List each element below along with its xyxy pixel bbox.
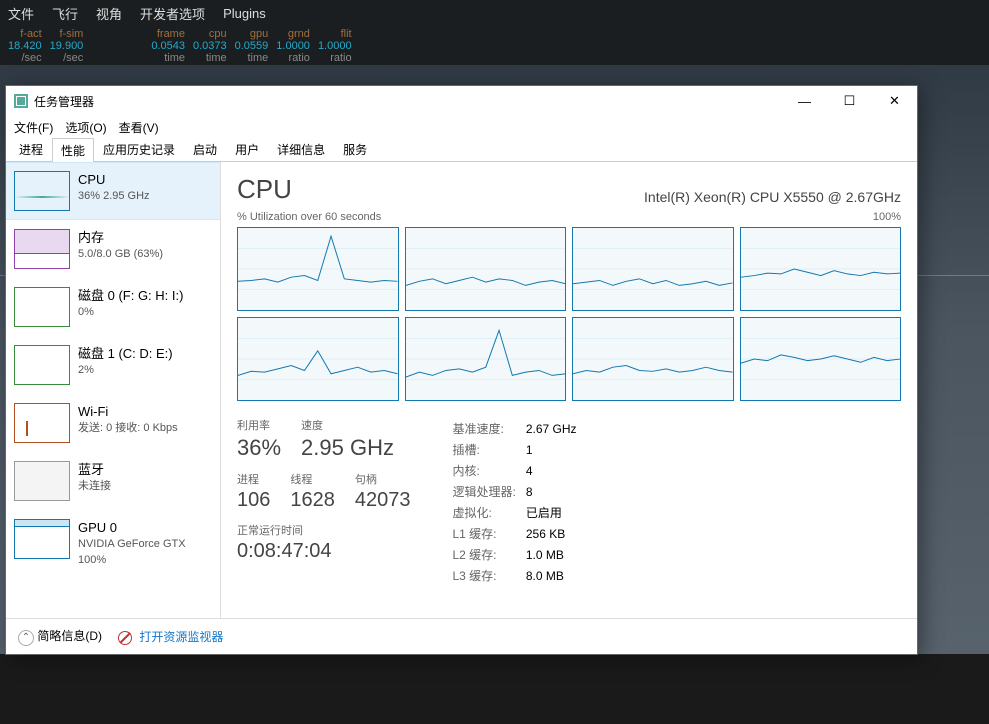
stat-label: 句柄 (355, 471, 411, 487)
sidebar-item-subtitle: 未连接 (78, 479, 111, 494)
minimize-button[interactable]: — (782, 86, 827, 116)
sidebar-item-title: 磁盘 1 (C: D: E:) (78, 345, 173, 363)
sidebar-thumb (14, 461, 70, 501)
stat-value: 36% (237, 435, 281, 461)
tab-6[interactable]: 服务 (334, 137, 376, 161)
cpu-specs-table: 基准速度:2.67 GHz 插槽:1 内核:4 逻辑处理器:8 虚拟化:已启用 L1 缓存… (451, 417, 587, 587)
sidebar-item-title: 磁盘 0 (F: G: H: I:) (78, 287, 183, 305)
sidebar-item-subtitle: 2% (78, 363, 173, 378)
sidebar-item-extra: 100% (78, 553, 186, 568)
sidebar-item-subtitle: 发送: 0 接收: 0 Kbps (78, 421, 178, 436)
maximize-button[interactable]: ☐ (827, 86, 872, 116)
spec-row: 插槽:1 (453, 440, 585, 459)
background-app-stats: f-act18.420/secf-sim19.900/secframe0.054… (0, 26, 989, 68)
bg-menu-item[interactable]: Plugins (223, 6, 266, 21)
background-cockpit (0, 654, 989, 724)
tab-2[interactable]: 应用历史记录 (94, 137, 184, 161)
sidebar-item-title: GPU 0 (78, 519, 186, 537)
cpu-charts-grid[interactable] (237, 227, 901, 401)
sidebar-thumb (14, 229, 70, 269)
cpu-core-chart-1[interactable] (405, 227, 567, 311)
chevron-up-icon: ⌃ (18, 630, 34, 646)
tab-3[interactable]: 启动 (184, 137, 226, 161)
footer: ⌃ 简略信息(D) 打开资源监视器 (6, 618, 917, 654)
sidebar-thumb (14, 345, 70, 385)
tab-4[interactable]: 用户 (226, 137, 268, 161)
stat-label: 速度 (301, 417, 394, 433)
cpu-core-chart-3[interactable] (740, 227, 902, 311)
sidebar-item-subtitle: 5.0/8.0 GB (63%) (78, 247, 163, 262)
sidebar-thumb (14, 287, 70, 327)
stat-label: 利用率 (237, 417, 281, 433)
resmon-icon (118, 631, 132, 645)
menu-file[interactable]: 文件(F) (14, 119, 53, 136)
menu-view[interactable]: 查看(V) (119, 119, 159, 136)
sidebar-item-cpu[interactable]: CPU 36% 2.95 GHz (6, 162, 220, 220)
background-app-menubar: 文件飞行视角开发者选项 Plugins (0, 0, 989, 26)
sidebar-thumb (14, 403, 70, 443)
cpu-core-chart-7[interactable] (740, 317, 902, 401)
tabs: 进程性能应用历史记录启动用户详细信息服务 (6, 138, 917, 162)
app-icon (14, 94, 28, 108)
menubar: 文件(F) 选项(O) 查看(V) (6, 116, 917, 138)
sidebar-item-bt[interactable]: 蓝牙 未连接 (6, 452, 220, 510)
sidebar-item-title: Wi-Fi (78, 403, 178, 421)
sidebar-item-gpu[interactable]: GPU 0 NVIDIA GeForce GTX 100% (6, 510, 220, 577)
stat-value: 1628 (290, 489, 335, 512)
uptime-label: 正常运行时间 (237, 522, 411, 538)
chart-label-left: % Utilization over 60 seconds (237, 211, 381, 223)
sidebar-item-wifi[interactable]: Wi-Fi 发送: 0 接收: 0 Kbps (6, 394, 220, 452)
stat-value: 42073 (355, 489, 411, 512)
cpu-core-chart-5[interactable] (405, 317, 567, 401)
cpu-model: Intel(R) Xeon(R) CPU X5550 @ 2.67GHz (644, 189, 901, 205)
sidebar-item-title: CPU (78, 171, 150, 189)
stat-label: 进程 (237, 471, 270, 487)
spec-row: L1 缓存:256 KB (453, 524, 585, 543)
main-pane: CPU Intel(R) Xeon(R) CPU X5550 @ 2.67GHz… (221, 162, 917, 618)
sidebar-item-subtitle: 0% (78, 305, 183, 320)
bg-menu-item[interactable]: 开发者选项 (140, 4, 205, 23)
page-title: CPU (237, 174, 292, 205)
sidebar: CPU 36% 2.95 GHz 内存 5.0/8.0 GB (63%) 磁盘 … (6, 162, 221, 618)
brief-info-toggle[interactable]: ⌃ 简略信息(D) (18, 627, 102, 646)
cpu-core-chart-2[interactable] (572, 227, 734, 311)
cpu-core-chart-6[interactable] (572, 317, 734, 401)
cpu-core-chart-4[interactable] (237, 317, 399, 401)
spec-row: 内核:4 (453, 461, 585, 480)
chart-label-right: 100% (873, 211, 901, 223)
spec-row: 基准速度:2.67 GHz (453, 419, 585, 438)
spec-row: L2 缓存:1.0 MB (453, 545, 585, 564)
sidebar-item-title: 内存 (78, 229, 163, 247)
sidebar-item-disk[interactable]: 磁盘 1 (C: D: E:) 2% (6, 336, 220, 394)
task-manager-window: 任务管理器 — ☐ ✕ 文件(F) 选项(O) 查看(V) 进程性能应用历史记录… (5, 85, 918, 655)
spec-row: 虚拟化:已启用 (453, 503, 585, 522)
stat-value: 2.95 GHz (301, 435, 394, 461)
window-title: 任务管理器 (34, 93, 94, 110)
close-button[interactable]: ✕ (872, 86, 917, 116)
cpu-core-chart-0[interactable] (237, 227, 399, 311)
bg-menu-item[interactable]: 视角 (96, 4, 122, 23)
stat-label: 线程 (290, 471, 335, 487)
uptime-value: 0:08:47:04 (237, 540, 411, 563)
menu-options[interactable]: 选项(O) (65, 119, 106, 136)
bg-menu-item[interactable]: 飞行 (52, 4, 78, 23)
tab-1[interactable]: 性能 (52, 138, 94, 162)
tab-5[interactable]: 详细信息 (268, 137, 334, 161)
titlebar[interactable]: 任务管理器 — ☐ ✕ (6, 86, 917, 116)
bg-menu-item[interactable]: 文件 (8, 4, 34, 23)
sidebar-item-mem[interactable]: 内存 5.0/8.0 GB (63%) (6, 220, 220, 278)
spec-row: 逻辑处理器:8 (453, 482, 585, 501)
sidebar-item-title: 蓝牙 (78, 461, 111, 479)
stat-value: 106 (237, 489, 270, 512)
sidebar-item-subtitle: 36% 2.95 GHz (78, 189, 150, 204)
sidebar-thumb (14, 171, 70, 211)
sidebar-item-disk[interactable]: 磁盘 0 (F: G: H: I:) 0% (6, 278, 220, 336)
open-resource-monitor-link[interactable]: 打开资源监视器 (118, 628, 223, 645)
spec-row: L3 缓存:8.0 MB (453, 566, 585, 585)
sidebar-thumb (14, 519, 70, 559)
tab-0[interactable]: 进程 (10, 137, 52, 161)
sidebar-item-subtitle: NVIDIA GeForce GTX (78, 537, 186, 552)
